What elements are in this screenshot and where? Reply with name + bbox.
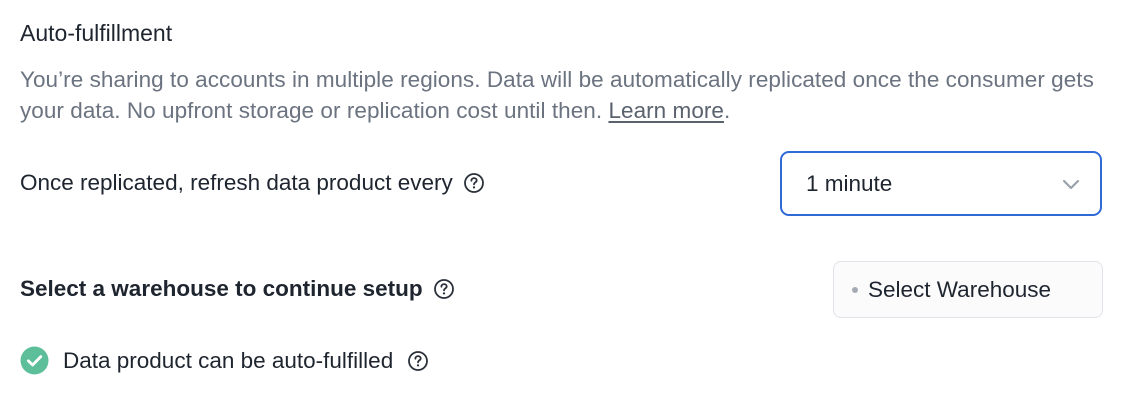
status-dot-icon bbox=[852, 286, 858, 293]
question-circle-icon[interactable] bbox=[433, 278, 455, 300]
select-warehouse-button[interactable]: Select Warehouse bbox=[833, 261, 1103, 318]
auto-fulfill-status: Data product can be auto-fulfilled bbox=[20, 346, 429, 375]
warehouse-label: Select a warehouse to continue setup bbox=[20, 276, 423, 301]
section-title: Auto-fulfillment bbox=[20, 20, 173, 46]
check-circle-icon bbox=[20, 346, 49, 375]
description-text: You’re sharing to accounts in multiple r… bbox=[20, 67, 1094, 123]
question-circle-icon[interactable] bbox=[407, 350, 429, 372]
description-trailing: . bbox=[724, 98, 731, 123]
learn-more-link[interactable]: Learn more bbox=[608, 98, 724, 123]
chevron-down-icon bbox=[1060, 173, 1082, 195]
refresh-interval-select[interactable]: 1 minute bbox=[780, 151, 1102, 216]
refresh-interval-value: 1 minute bbox=[806, 170, 893, 196]
question-circle-icon[interactable] bbox=[463, 172, 485, 194]
description: You’re sharing to accounts in multiple r… bbox=[20, 64, 1110, 126]
refresh-label: Once replicated, refresh data product ev… bbox=[20, 170, 453, 195]
select-warehouse-label: Select Warehouse bbox=[868, 276, 1052, 302]
refresh-row-label: Once replicated, refresh data product ev… bbox=[20, 170, 485, 196]
status-label: Data product can be auto-fulfilled bbox=[63, 347, 394, 373]
warehouse-row-label: Select a warehouse to continue setup bbox=[20, 276, 455, 302]
